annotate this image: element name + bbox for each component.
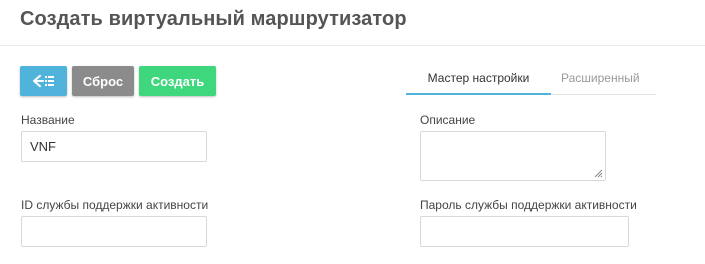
keepalive-password-input[interactable]: [420, 216, 629, 247]
resize-handle-icon[interactable]: [592, 167, 603, 178]
create-virtual-router-page: Создать виртуальный маршрутизатор Сброс …: [0, 0, 705, 264]
page-title: Создать виртуальный маршрутизатор: [20, 8, 407, 30]
settings-tabs: Мастер настройки Расширенный: [406, 64, 656, 95]
arrow-left-list-icon: [32, 74, 55, 88]
description-textarea[interactable]: [420, 131, 606, 181]
description-label: Описание: [420, 113, 476, 127]
keepalive-password-label: Пароль службы поддержки активности: [420, 198, 637, 212]
keepalive-id-input[interactable]: [21, 216, 207, 247]
create-button[interactable]: Создать: [139, 66, 216, 96]
title-divider: [0, 45, 705, 46]
name-input[interactable]: [21, 131, 207, 162]
tab-wizard[interactable]: Мастер настройки: [406, 71, 551, 95]
reset-button[interactable]: Сброс: [72, 66, 134, 96]
back-to-list-button[interactable]: [20, 66, 67, 96]
name-label: Название: [21, 113, 75, 127]
tab-advanced[interactable]: Расширенный: [561, 71, 640, 93]
keepalive-id-label: ID службы поддержки активности: [21, 198, 209, 212]
